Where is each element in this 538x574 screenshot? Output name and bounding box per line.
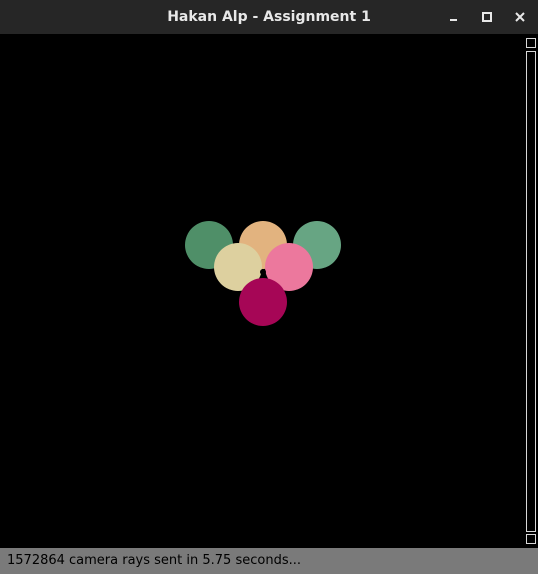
status-bar: 1572864 camera rays sent in 5.75 seconds…: [0, 548, 538, 574]
status-message: 1572864 camera rays sent in 5.75 seconds…: [7, 553, 301, 568]
close-icon: [515, 12, 525, 22]
close-button[interactable]: [504, 0, 536, 34]
scroll-up-button[interactable]: [526, 38, 536, 48]
sphere-gap: [260, 269, 266, 275]
rendered-scene: [0, 34, 524, 548]
scroll-down-button[interactable]: [526, 534, 536, 544]
sphere-bottom: [239, 278, 287, 326]
render-canvas: [0, 34, 524, 548]
minimize-button[interactable]: [438, 0, 470, 34]
maximize-button[interactable]: [471, 0, 503, 34]
maximize-icon: [482, 12, 492, 22]
vertical-scrollbar[interactable]: [524, 34, 538, 548]
scrollbar-track[interactable]: [526, 51, 536, 532]
title-bar[interactable]: Hakan Alp - Assignment 1: [0, 0, 538, 34]
minimize-icon: [450, 19, 457, 21]
app-window: Hakan Alp - Assignment 1 1572864 camera …: [0, 0, 538, 574]
